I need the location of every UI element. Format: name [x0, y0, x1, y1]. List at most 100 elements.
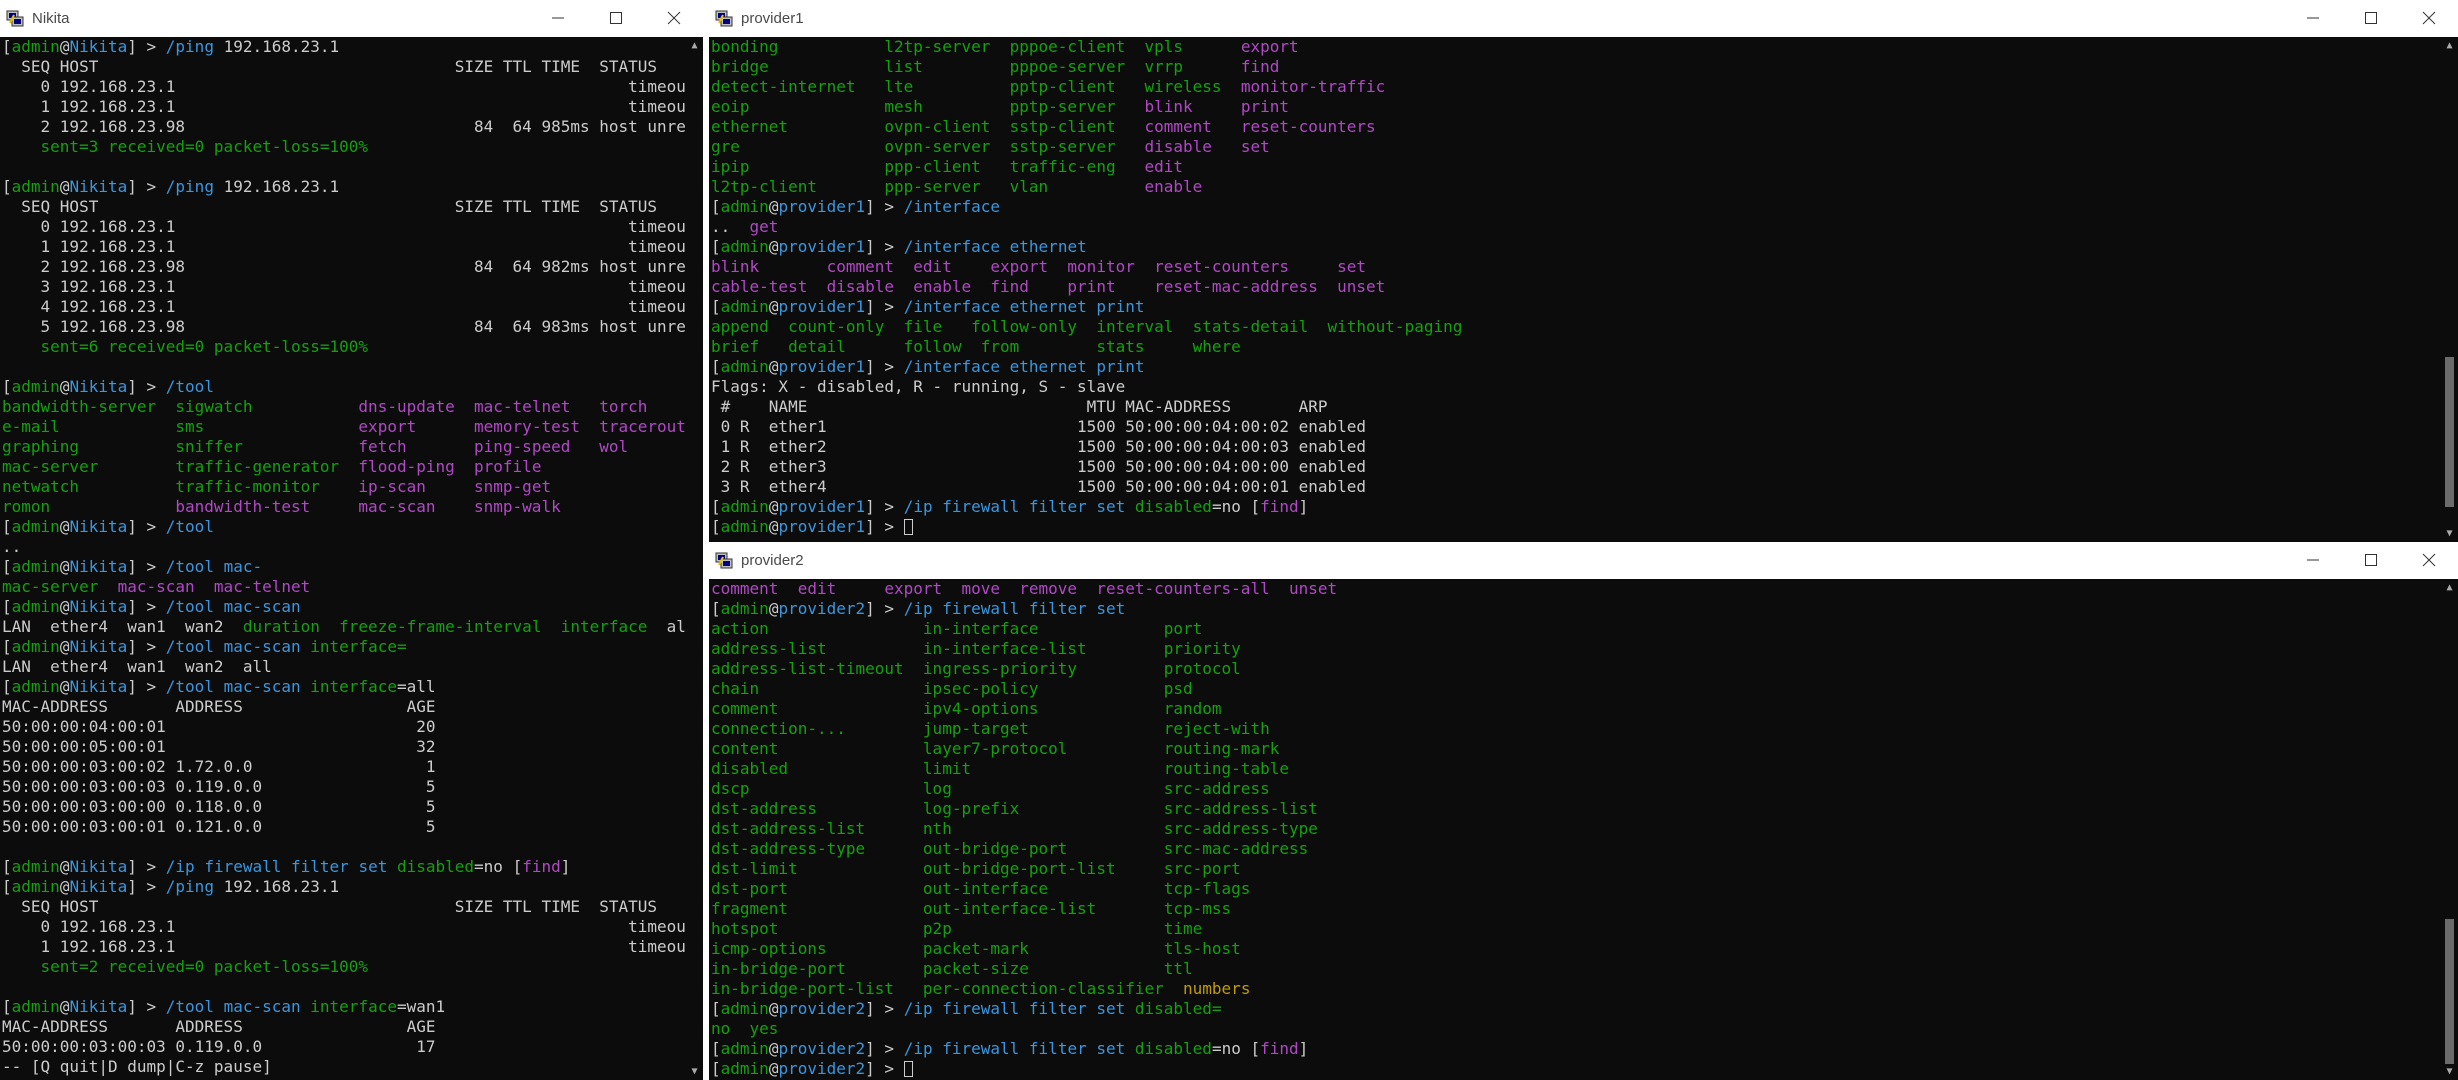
- terminal-text: interface: [310, 677, 397, 696]
- terminal-line: dscp log src-address: [711, 779, 1337, 799]
- terminal-text: 5 192.168.23.98 84 64 983ms host unreach…: [2, 317, 703, 336]
- scroll-up-arrow-icon[interactable]: ▲: [2441, 37, 2458, 54]
- terminal-text: ] >: [127, 517, 166, 536]
- scrollbar-thumb[interactable]: [2445, 919, 2454, 1064]
- terminal-text: provider1: [778, 197, 866, 216]
- terminal-text: no yes: [711, 1019, 779, 1038]
- terminal-output[interactable]: comment edit export move remove reset-co…: [709, 579, 2441, 1080]
- terminal-output[interactable]: [admin@Nikita] > /ping 192.168.23.1 SEQ …: [0, 37, 703, 1080]
- terminal-text: @: [768, 497, 779, 516]
- terminal-text: duration freeze-frame-interval interface: [242, 617, 648, 636]
- terminal-text: admin: [11, 637, 60, 656]
- window-titlebar[interactable]: Nikita: [0, 0, 703, 37]
- terminal-text: @: [59, 177, 70, 196]
- terminal-line: 50:00:00:03:00:02 1.72.0.0 1: [2, 757, 703, 777]
- terminal-line: SEQ HOST SIZE TTL TIME STATUS: [2, 197, 703, 217]
- putty-icon: [6, 10, 24, 27]
- terminal-text: in-bridge-port-list per-connection-class…: [711, 979, 1184, 998]
- terminal-line: 4 192.168.23.1 timeout: [2, 297, 703, 317]
- minimize-button[interactable]: [2284, 542, 2342, 579]
- terminal-text: [: [711, 297, 721, 316]
- maximize-button[interactable]: [2342, 0, 2400, 37]
- terminal-text: [: [2, 377, 12, 396]
- terminal-window-provider1[interactable]: provider1 bonding l2tp-server pppoe-clie…: [709, 0, 2458, 542]
- terminal-line: # NAME MTU MAC-ADDRESS ARP: [711, 397, 1462, 417]
- terminal-line: SEQ HOST SIZE TTL TIME STATUS: [2, 57, 703, 77]
- terminal-line: l2tp-client ppp-server vlan enable: [711, 177, 1462, 197]
- scrollbar-thumb[interactable]: [2445, 357, 2454, 507]
- terminal-text: @: [768, 297, 779, 316]
- minimize-button[interactable]: [529, 0, 587, 37]
- window-titlebar[interactable]: provider2: [709, 542, 2458, 579]
- terminal-text: 0 192.168.23.1 timeout: [2, 917, 696, 936]
- terminal-line: in-bridge-port-list per-connection-class…: [711, 979, 1337, 999]
- maximize-button[interactable]: [587, 0, 645, 37]
- scrollbar[interactable]: ▲ ▼: [2441, 579, 2458, 1080]
- terminal-text: 3 192.168.23.1 timeout: [2, 277, 696, 296]
- terminal-text: ..: [2, 537, 22, 556]
- terminal-text: sent=3 received=0 packet-loss=100%: [2, 137, 369, 156]
- terminal-lines: [admin@Nikita] > /ping 192.168.23.1 SEQ …: [2, 37, 703, 1077]
- terminal-output[interactable]: bonding l2tp-server pppoe-client vpls ex…: [709, 37, 2441, 542]
- terminal-text: dst-address-list nth src-address-type: [711, 819, 1318, 838]
- scroll-down-arrow-icon[interactable]: ▼: [2441, 1063, 2458, 1080]
- terminal-line: 3 R ether4 1500 50:00:00:04:00:01 enable…: [711, 477, 1462, 497]
- close-button[interactable]: [2400, 542, 2458, 579]
- terminal-text: content layer7-protocol routing-mark: [711, 739, 1280, 758]
- terminal-text: Nikita: [69, 177, 128, 196]
- terminal-window-provider2[interactable]: provider2 comment edit export move remov…: [709, 542, 2458, 1080]
- terminal-text: [: [2, 997, 12, 1016]
- terminal-text: /ping: [165, 177, 224, 196]
- terminal-text: @: [59, 637, 70, 656]
- terminal-line: address-list in-interface-list priority: [711, 639, 1337, 659]
- terminal-line: [admin@Nikita] > /tool: [2, 517, 703, 537]
- maximize-button[interactable]: [2342, 542, 2400, 579]
- terminal-text: ] >: [127, 597, 166, 616]
- terminal-line: sent=2 received=0 packet-loss=100%: [2, 957, 703, 977]
- terminal-text: /tool mac-scan: [165, 597, 301, 616]
- terminal-text: e-mail sms: [2, 417, 359, 436]
- window-titlebar[interactable]: provider1: [709, 0, 2458, 37]
- terminal-line: [admin@provider1] > /interface: [711, 197, 1462, 217]
- terminal-line: MAC-ADDRESS ADDRESS AGE: [2, 697, 703, 717]
- terminal-text: /tool mac-scan: [165, 637, 311, 656]
- terminal-text: find: [522, 857, 561, 876]
- terminal-text: 192.168.23.1: [223, 177, 340, 196]
- terminal-line: 0 R ether1 1500 50:00:00:04:00:02 enable…: [711, 417, 1462, 437]
- terminal-line: SEQ HOST SIZE TTL TIME STATUS: [2, 897, 703, 917]
- minimize-button[interactable]: [2284, 0, 2342, 37]
- scrollbar[interactable]: ▲ ▼: [2441, 37, 2458, 542]
- terminal-line: gre ovpn-server sstp-server disable set: [711, 137, 1462, 157]
- terminal-line: 0 192.168.23.1 timeout: [2, 217, 703, 237]
- terminal-line: connection-... jump-target reject-with: [711, 719, 1337, 739]
- terminal-text: hotspot p2p time: [711, 919, 1203, 938]
- terminal-text: 4 192.168.23.1 timeout: [2, 297, 696, 316]
- scroll-down-arrow-icon[interactable]: ▼: [2441, 525, 2458, 542]
- scroll-down-arrow-icon[interactable]: ▼: [686, 1063, 703, 1080]
- terminal-line: romon bandwidth-test mac-scan snmp-walk: [2, 497, 703, 517]
- terminal-line: mac-server mac-scan mac-telnet: [2, 577, 703, 597]
- terminal-lines: comment edit export move remove reset-co…: [711, 579, 1337, 1079]
- terminal-line: comment ipv4-options random: [711, 699, 1337, 719]
- scroll-up-arrow-icon[interactable]: ▲: [2441, 579, 2458, 596]
- terminal-text: 50:00:00:03:00:02 1.72.0.0 1: [2, 757, 436, 776]
- scrollbar[interactable]: ▲ ▼: [686, 37, 703, 1080]
- close-button[interactable]: [645, 0, 703, 37]
- terminal-text: provider2: [778, 1059, 866, 1078]
- terminal-text: =no [: [474, 857, 523, 876]
- terminal-window-nikita[interactable]: Nikita [admin@Nikita] > /ping 192.168.23…: [0, 0, 703, 1080]
- terminal-text: SEQ HOST SIZE TTL TIME STATUS: [2, 197, 658, 216]
- terminal-line: [admin@provider1] > /interface ethernet …: [711, 357, 1462, 377]
- terminal-text: admin: [720, 1059, 769, 1078]
- terminal-line: [admin@Nikita] > /tool mac-scan interfac…: [2, 677, 703, 697]
- terminal-text: /interface ethernet print: [903, 357, 1145, 376]
- terminal-text: export: [1240, 37, 1299, 56]
- terminal-line: 50:00:00:03:00:00 0.118.0.0 5: [2, 797, 703, 817]
- terminal-text: admin: [720, 297, 769, 316]
- close-button[interactable]: [2400, 0, 2458, 37]
- terminal-text: admin: [11, 557, 60, 576]
- putty-icon: [715, 10, 733, 27]
- terminal-text: append count-only file follow-only inter…: [711, 317, 1463, 336]
- scroll-up-arrow-icon[interactable]: ▲: [686, 37, 703, 54]
- terminal-text: admin: [11, 997, 60, 1016]
